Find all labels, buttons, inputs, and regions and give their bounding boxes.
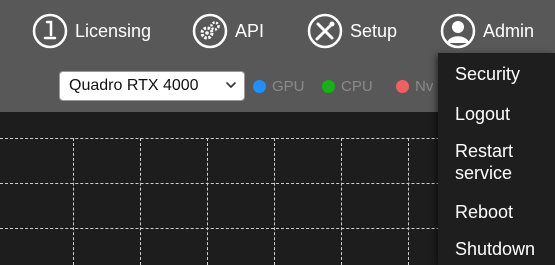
legend-nv-swatch <box>396 79 409 93</box>
grid-line <box>341 138 342 265</box>
nav-admin-label: Admin <box>483 20 535 41</box>
tools-icon <box>307 13 343 49</box>
menu-item-shutdown[interactable]: Shutdown <box>455 238 550 260</box>
legend-gpu[interactable]: GPU <box>253 76 305 96</box>
nav-licensing[interactable]: Licensing <box>32 13 151 49</box>
legend-cpu-label: CPU <box>341 77 373 95</box>
nav-admin[interactable]: Admin <box>440 13 534 49</box>
menu-item-logout[interactable]: Logout <box>455 103 550 125</box>
nav-setup-label: Setup <box>350 20 398 41</box>
grid-line <box>207 138 208 265</box>
chevron-down-icon <box>224 78 238 92</box>
nav-licensing-label: Licensing <box>75 20 152 41</box>
legend-cpu[interactable]: CPU <box>322 76 373 96</box>
legend-gpu-swatch <box>253 79 266 93</box>
grid-line <box>140 138 141 265</box>
gpu-select-value: Quadro RTX 4000 <box>69 77 199 94</box>
legend-cpu-swatch <box>322 79 335 93</box>
nav-api-label: API <box>235 20 265 41</box>
nav-api[interactable]: API <box>192 13 264 49</box>
legend-gpu-label: GPU <box>272 77 305 95</box>
gears-icon <box>192 13 228 49</box>
menu-item-security[interactable]: Security <box>455 63 550 85</box>
grid-line <box>73 138 74 265</box>
grid-line <box>408 138 409 265</box>
user-icon <box>440 13 476 49</box>
grid-line <box>274 138 275 265</box>
nav-setup[interactable]: Setup <box>307 13 397 49</box>
legend-nv[interactable]: Nv <box>396 76 433 96</box>
gpu-select[interactable]: Quadro RTX 4000 <box>59 71 245 101</box>
menu-item-restart-service[interactable]: Restart service <box>455 140 550 184</box>
admin-dropdown-menu: Security Logout Restart service Reboot S… <box>438 53 555 265</box>
licensing-icon <box>32 13 68 49</box>
app-root: Licensing API Setup Admin Quadro RTX 400… <box>0 0 555 265</box>
legend-nv-label: Nv <box>415 77 434 95</box>
menu-item-reboot[interactable]: Reboot <box>455 201 550 223</box>
